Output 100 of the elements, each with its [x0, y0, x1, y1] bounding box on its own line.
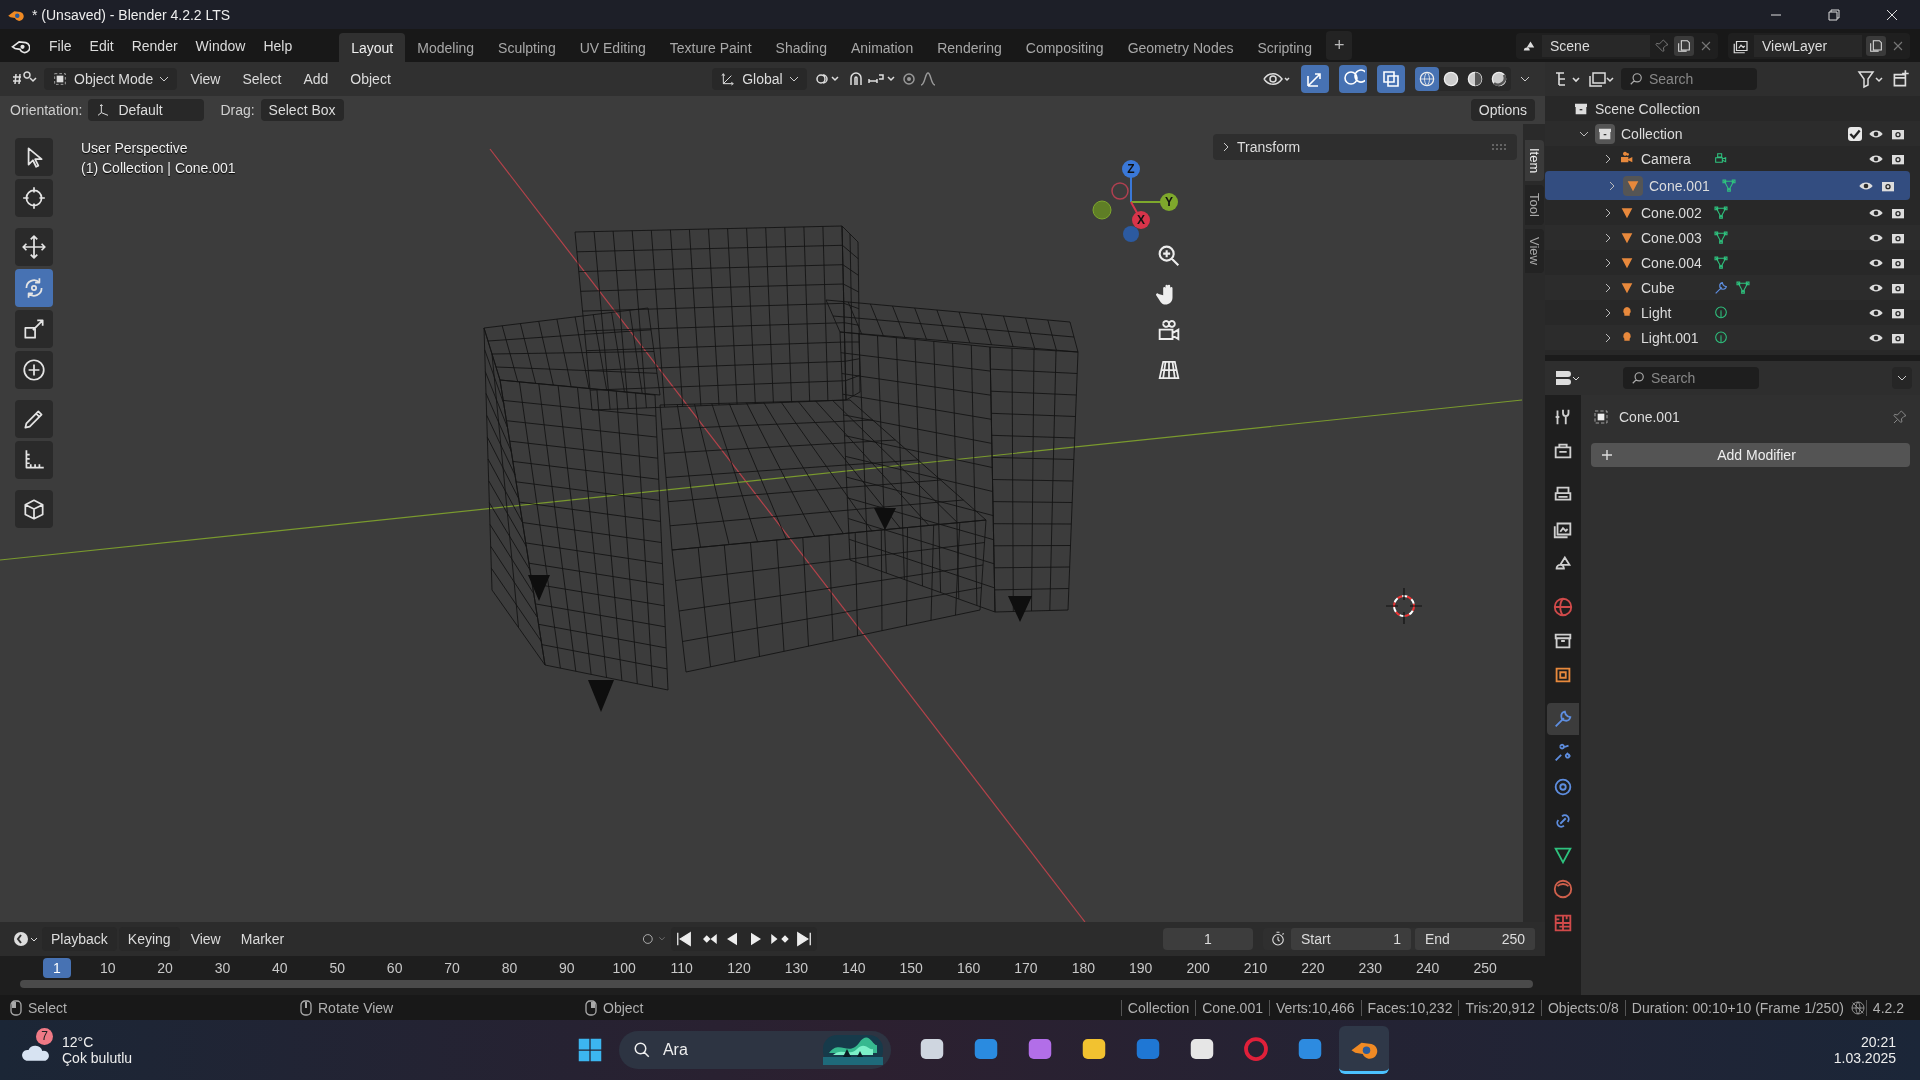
workspace-tab[interactable]: Sculpting [486, 32, 568, 63]
triangle-vertices-icon[interactable] [1721, 177, 1737, 194]
menu-item[interactable]: Render [122, 33, 187, 58]
outliner-row[interactable]: Cone.001 [1545, 171, 1910, 200]
wrench-icon[interactable] [1713, 279, 1729, 296]
outliner-row[interactable]: Cone.002 [1545, 200, 1920, 225]
restore-icon[interactable] [1828, 8, 1840, 21]
transform-panel-header[interactable]: Transform [1213, 134, 1517, 160]
timeline-scrollbar[interactable] [20, 980, 1533, 988]
menu-item[interactable]: Help [254, 33, 302, 58]
gizmo-arrows-icon[interactable] [1301, 65, 1329, 93]
taskbar-search-field[interactable]: Ara [660, 1040, 813, 1060]
drag-dropdown[interactable]: Select Box [260, 99, 344, 121]
move-arrows-icon[interactable] [15, 228, 53, 266]
menu-item[interactable]: Add [294, 67, 338, 91]
taskbar-search-box[interactable]: Ara [618, 1031, 891, 1069]
close-icon[interactable] [1886, 8, 1898, 21]
clock-date[interactable]: 1.03.2025 [1833, 1050, 1896, 1066]
outliner-row[interactable]: Light.001 [1545, 325, 1920, 350]
menu-item[interactable]: Keying [118, 927, 180, 951]
rotate-icon[interactable] [15, 269, 53, 307]
outliner-item[interactable]: Scene Collection [1595, 100, 1701, 117]
overlapping-circles-icon[interactable] [1339, 65, 1367, 93]
workspace-tab[interactable]: Layout [339, 32, 406, 63]
mode-dropdown[interactable]: Object Mode [44, 68, 178, 90]
outliner-row[interactable]: Cone.004 [1545, 250, 1920, 275]
options-dropdown[interactable]: Options [1470, 99, 1535, 121]
menu-item[interactable]: Marker [231, 927, 294, 951]
menu-item[interactable]: View [181, 67, 230, 91]
chevron-right-icon[interactable] [1603, 332, 1613, 343]
checkbox[interactable] [1848, 126, 1862, 141]
workspace-tab[interactable]: Modeling [405, 32, 487, 63]
sidebar-tab[interactable]: View [1524, 229, 1544, 274]
triangle-vertices-icon[interactable] [1735, 279, 1751, 296]
orientation-dropdown[interactable]: Global [712, 68, 807, 90]
outliner-item[interactable]: Collection [1621, 125, 1683, 142]
copy-icon[interactable] [1674, 35, 1694, 56]
workspace-tab[interactable]: Rendering [925, 32, 1014, 63]
add-workspace-button[interactable]: + [1325, 31, 1353, 60]
light-probe-icon[interactable] [1713, 329, 1729, 346]
stopwatch-icon[interactable] [1269, 930, 1287, 948]
scene-field[interactable]: Scene [1542, 34, 1650, 57]
chevron-right-icon[interactable] [1603, 307, 1613, 318]
triangle-vertices-icon[interactable] [1713, 254, 1729, 271]
chevron-right-icon[interactable] [1603, 282, 1613, 293]
workspace-tab[interactable]: Animation [838, 32, 926, 63]
workspace-tab[interactable]: Texture Paint [657, 32, 764, 63]
transform-icon[interactable] [15, 351, 53, 389]
add-modifier-button[interactable]: Add Modifier [1591, 443, 1910, 467]
search-box[interactable]: Search [1623, 367, 1759, 389]
search-field[interactable]: Search [1649, 71, 1749, 87]
menu-item[interactable]: Select [233, 67, 291, 91]
sidebar-tab[interactable]: Tool [1524, 185, 1544, 226]
menu-item[interactable]: Object [341, 67, 400, 91]
chevron-right-icon[interactable] [1603, 207, 1613, 218]
menu-item[interactable]: Window [186, 33, 255, 58]
pin-icon[interactable] [1892, 409, 1908, 425]
workspace-tab[interactable]: Compositing [1013, 32, 1116, 63]
crosshair-icon[interactable] [15, 179, 53, 217]
clock-time[interactable]: 20:21 [1860, 1034, 1896, 1050]
start-frame-field[interactable]: Start 1 [1291, 928, 1411, 950]
workspace-tab[interactable]: UV Editing [567, 32, 658, 63]
light-probe-icon[interactable] [1713, 304, 1729, 321]
ruler-icon[interactable] [15, 441, 53, 479]
chevron-right-icon[interactable] [1603, 257, 1613, 268]
triangle-vertices-icon[interactable] [1713, 229, 1729, 246]
copy-icon[interactable] [1866, 35, 1886, 56]
orientation-dropdown[interactable]: Default [88, 99, 205, 121]
menu-item[interactable]: File [40, 33, 81, 58]
workspace-tab[interactable]: Shading [763, 32, 839, 63]
end-frame-field[interactable]: End 250 [1415, 928, 1535, 950]
outliner-row[interactable]: Cone.003 [1545, 225, 1920, 250]
sidebar-tab[interactable]: Item [1524, 140, 1544, 182]
current-frame-field[interactable]: 1 [1163, 928, 1253, 950]
menu-item[interactable]: Edit [80, 33, 123, 58]
outliner-row[interactable]: Light [1545, 300, 1920, 325]
view-layer-field[interactable]: ViewLayer [1754, 34, 1862, 57]
pointer-icon[interactable] [15, 138, 53, 176]
menu-item[interactable]: Playback [42, 927, 117, 951]
search-box[interactable]: Search [1621, 68, 1757, 90]
axis-gizmo-drawing[interactable]: Z Y X [1080, 142, 1190, 242]
blender-logo-app-button[interactable] [1338, 1026, 1389, 1074]
chevron-right-icon[interactable] [1603, 232, 1613, 243]
drag-grip-icon[interactable] [1491, 144, 1507, 150]
pin-icon[interactable] [1654, 37, 1670, 54]
temperature[interactable]: 12°C [62, 1034, 133, 1050]
chevron-right-icon[interactable] [1607, 180, 1617, 191]
menu-item[interactable]: View [181, 927, 230, 951]
weather-condition[interactable]: Çok bulutlu [62, 1050, 133, 1066]
search-field[interactable]: Search [1651, 370, 1751, 386]
pencil-icon[interactable] [15, 400, 53, 438]
workspace-tab[interactable]: Geometry Nodes [1115, 32, 1246, 63]
add-cube-icon[interactable] [15, 490, 53, 528]
triangle-vertices-icon[interactable] [1713, 204, 1729, 221]
outliner-row[interactable]: Camera [1545, 146, 1920, 171]
xray-squares-icon[interactable] [1377, 65, 1405, 93]
workspace-tab[interactable]: Scripting [1245, 32, 1324, 63]
scale-icon[interactable] [15, 310, 53, 348]
chevron-right-icon[interactable] [1603, 153, 1613, 164]
outliner-row[interactable]: Cube [1545, 275, 1920, 300]
